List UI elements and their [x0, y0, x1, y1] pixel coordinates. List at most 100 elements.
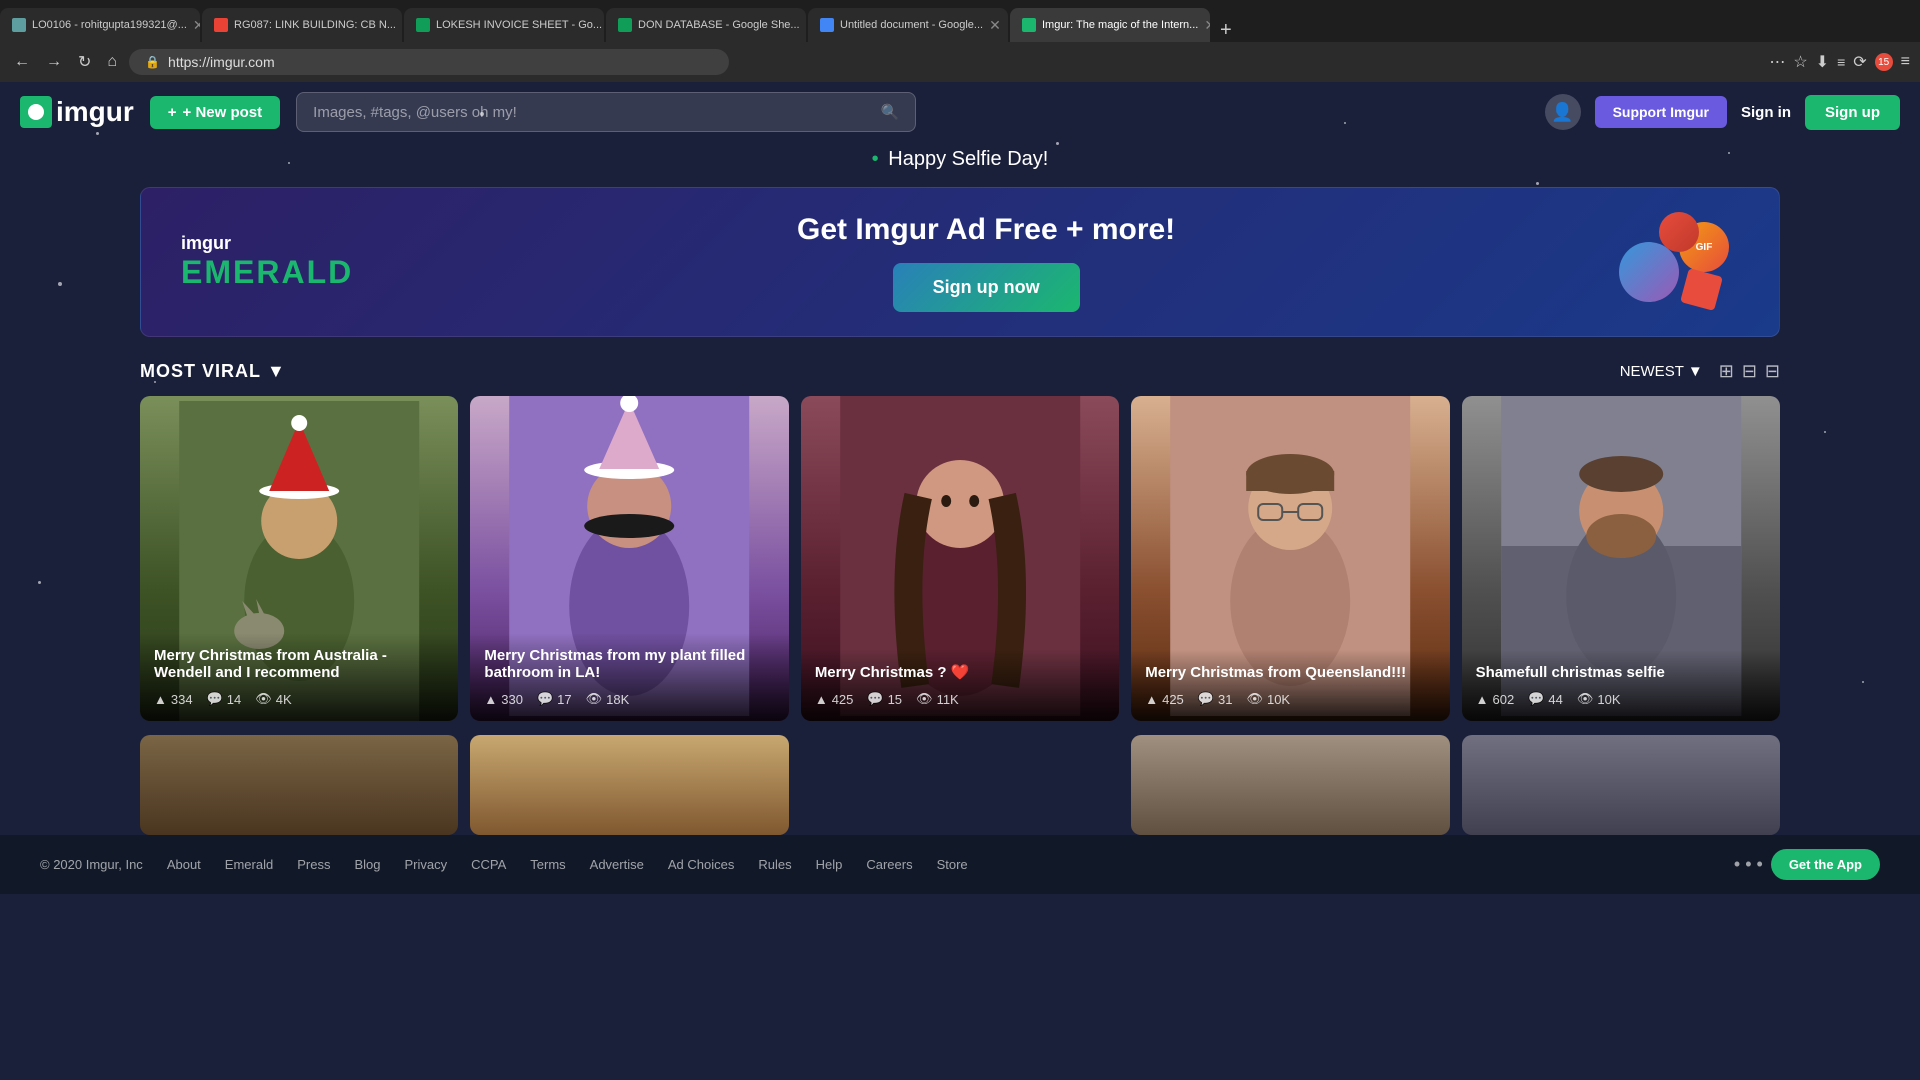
image-card-p2[interactable]	[470, 735, 788, 835]
search-input[interactable]	[313, 104, 870, 121]
downloads-icon[interactable]: ⬇	[1816, 52, 1829, 72]
menu-icon[interactable]: ≡	[1901, 53, 1910, 71]
tab-untitled[interactable]: Untitled document - Google... ✕	[808, 8, 1008, 42]
comment-icon-3: 💬	[867, 691, 883, 707]
tab-close-untitled[interactable]: ✕	[989, 17, 1001, 34]
footer-link-privacy[interactable]: Privacy	[404, 857, 447, 872]
view-small-icon[interactable]: ⊟	[1765, 361, 1780, 382]
eye-icon-3: 👁	[916, 691, 933, 707]
card-stats-3: ▲ 425 💬 15 👁 11K	[815, 691, 1105, 707]
image-card-5[interactable]: Shamefull christmas selfie ▲ 602 💬 44 👁 …	[1462, 396, 1780, 721]
tab-lo0106[interactable]: LO0106 - rohitgupta199321@... ✕	[0, 8, 200, 42]
card-comments-1: 💬 14	[207, 691, 242, 707]
image-card-p4[interactable]	[1462, 735, 1780, 835]
image-grid-row1: Merry Christmas from Australia - Wendell…	[0, 396, 1920, 735]
footer-link-blog[interactable]: Blog	[354, 857, 380, 872]
footer-link-careers[interactable]: Careers	[866, 857, 912, 872]
card-views-2: 👁 18K	[586, 691, 630, 707]
header-right: 👤 Support Imgur Sign in Sign up	[1545, 94, 1900, 130]
card-comments-2: 💬 17	[537, 691, 572, 707]
tab-label-lo0106: LO0106 - rohitgupta199321@...	[32, 19, 187, 31]
card-views-1: 👁 4K	[255, 691, 291, 707]
image-card-p1[interactable]	[140, 735, 458, 835]
image-card-1[interactable]: Merry Christmas from Australia - Wendell…	[140, 396, 458, 721]
search-bar: 🔍	[296, 92, 916, 132]
sign-in-button[interactable]: Sign in	[1741, 104, 1791, 121]
image-card-2[interactable]: Merry Christmas from my plant filled bat…	[470, 396, 788, 721]
footer-link-help[interactable]: Help	[816, 857, 843, 872]
footer-link-adchoices[interactable]: Ad Choices	[668, 857, 734, 872]
user-avatar-icon[interactable]: 👤	[1545, 94, 1581, 130]
footer-right: • • • Get the App	[1734, 849, 1880, 880]
ad-title: Get Imgur Ad Free + more!	[383, 213, 1589, 247]
tab-don[interactable]: DON DATABASE - Google She... ✕	[606, 8, 806, 42]
forward-button[interactable]: →	[42, 49, 66, 75]
footer-link-advertise[interactable]: Advertise	[590, 857, 644, 872]
upvote-icon-4: ▲	[1145, 692, 1158, 707]
view-medium-icon[interactable]: ⊟	[1742, 361, 1757, 382]
tab-close-imgur[interactable]: ✕	[1204, 17, 1210, 34]
url-input[interactable]	[168, 54, 713, 70]
card-comments-4: 💬 31	[1198, 691, 1233, 707]
address-bar-row: ← → ↻ ⌂ 🔒 ⋯ ☆ ⬇ ≡ ⟳ 15 ≡	[0, 42, 1920, 82]
footer-link-emerald[interactable]: Emerald	[225, 857, 273, 872]
tab-favicon-untitled	[820, 18, 834, 32]
footer-link-rules[interactable]: Rules	[758, 857, 791, 872]
eye-icon-1: 👁	[255, 691, 272, 707]
get-app-button[interactable]: Get the App	[1771, 849, 1880, 880]
sign-up-button[interactable]: Sign up	[1805, 95, 1900, 130]
card-stats-5: ▲ 602 💬 44 👁 10K	[1476, 691, 1766, 707]
card-stats-1: ▲ 334 💬 14 👁 4K	[154, 691, 444, 707]
view-large-icon[interactable]: ⊞	[1719, 361, 1734, 382]
address-bar: 🔒	[129, 49, 729, 75]
most-viral-sort[interactable]: MOST VIRAL ▼	[140, 361, 286, 382]
new-tab-button[interactable]: +	[1212, 19, 1240, 42]
tab-imgur[interactable]: Imgur: The magic of the Intern... ✕	[1010, 8, 1210, 42]
upvote-icon-5: ▲	[1476, 692, 1489, 707]
ad-illustration: GIF	[1619, 212, 1739, 312]
new-post-icon: +	[168, 104, 177, 121]
card-upvotes-5: ▲ 602	[1476, 692, 1515, 707]
new-post-button[interactable]: + + New post	[150, 96, 280, 129]
tab-close-lo0106[interactable]: ✕	[193, 17, 200, 34]
card-overlay-5: Shamefull christmas selfie ▲ 602 💬 44 👁 …	[1462, 650, 1780, 721]
tab-label-imgur: Imgur: The magic of the Intern...	[1042, 19, 1198, 31]
newest-sort[interactable]: NEWEST ▼	[1620, 363, 1703, 380]
search-icon[interactable]: 🔍	[880, 103, 899, 121]
image-card-4[interactable]: Merry Christmas from Queensland!!! ▲ 425…	[1131, 396, 1449, 721]
more-options-icon[interactable]: • • •	[1734, 854, 1763, 875]
card-stats-4: ▲ 425 💬 31 👁 10K	[1145, 691, 1435, 707]
card-title-1: Merry Christmas from Australia - Wendell…	[154, 647, 444, 681]
footer-link-terms[interactable]: Terms	[530, 857, 565, 872]
home-button[interactable]: ⌂	[103, 49, 121, 75]
imgur-page: imgur + + New post 🔍 👤 Support Imgur Sig…	[0, 82, 1920, 1080]
card-views-5: 👁 10K	[1577, 691, 1621, 707]
footer-link-ccpa[interactable]: CCPA	[471, 857, 506, 872]
support-imgur-button[interactable]: Support Imgur	[1595, 96, 1727, 128]
image-card-p3[interactable]	[1131, 735, 1449, 835]
card-overlay-1: Merry Christmas from Australia - Wendell…	[140, 633, 458, 721]
new-post-label: + New post	[183, 104, 263, 121]
card-title-5: Shamefull christmas selfie	[1476, 664, 1766, 681]
selfie-day-text: Happy Selfie Day!	[888, 148, 1048, 170]
footer-link-press[interactable]: Press	[297, 857, 330, 872]
browser-chrome: LO0106 - rohitgupta199321@... ✕ RG087: L…	[0, 0, 1920, 82]
copyright-text: © 2020 Imgur, Inc	[40, 857, 143, 872]
signup-now-button[interactable]: Sign up now	[893, 263, 1080, 312]
ad-banner[interactable]: imgur EMERALD Get Imgur Ad Free + more! …	[140, 187, 1780, 337]
tab-rg087[interactable]: RG087: LINK BUILDING: CB N... ✕	[202, 8, 402, 42]
tab-bar: LO0106 - rohitgupta199321@... ✕ RG087: L…	[0, 0, 1920, 42]
comment-icon-5: 💬	[1528, 691, 1544, 707]
card-upvotes-2: ▲ 330	[484, 692, 523, 707]
upvote-icon-2: ▲	[484, 692, 497, 707]
footer-link-about[interactable]: About	[167, 857, 201, 872]
image-grid-row2	[0, 735, 1920, 835]
back-button[interactable]: ←	[10, 49, 34, 75]
bookmark-icon[interactable]: ☆	[1793, 52, 1807, 72]
image-card-3[interactable]: Merry Christmas ? ❤️ ▲ 425 💬 15 👁 11K	[801, 396, 1119, 721]
imgur-logo[interactable]: imgur	[20, 96, 134, 128]
card-title-3: Merry Christmas ? ❤️	[815, 663, 1105, 681]
refresh-button[interactable]: ↻	[74, 48, 95, 76]
tab-lokesh[interactable]: LOKESH INVOICE SHEET - Go... ✕	[404, 8, 604, 42]
footer-link-store[interactable]: Store	[937, 857, 968, 872]
